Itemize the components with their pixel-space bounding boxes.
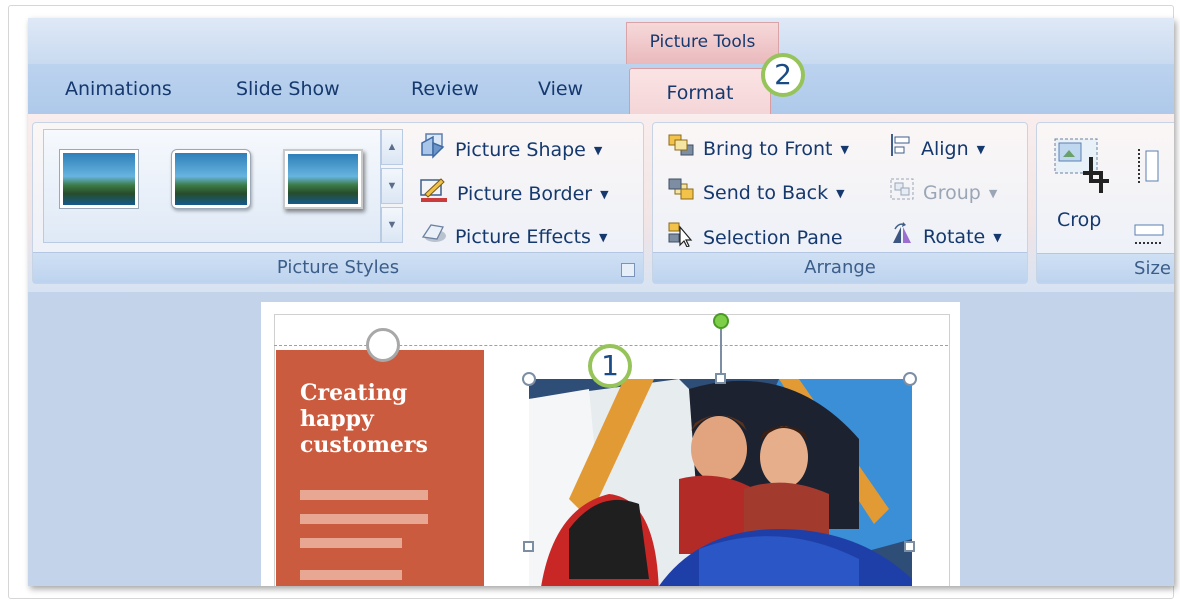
picture-border-icon	[419, 177, 449, 212]
tab-view[interactable]: View	[538, 78, 583, 100]
rotate-button[interactable]: Rotate ▼	[889, 221, 1002, 251]
picture-tools-contextual-tab: Picture Tools	[626, 22, 779, 64]
chevron-down-icon: ▼	[836, 186, 845, 200]
group-picture-styles: ▲ ▼ ▼ Picture Shape ▼ Picture Border ▼ Pic…	[32, 122, 644, 284]
title-strip	[28, 18, 1174, 64]
ribbon-body: ▲ ▼ ▼ Picture Shape ▼ Picture Border ▼ Pic…	[28, 114, 1174, 292]
resize-handle-right[interactable]	[904, 541, 915, 552]
selection-pane-icon	[667, 221, 695, 256]
slide-text-panel[interactable]: Creating happy customers	[276, 350, 484, 586]
bring-to-front-button[interactable]: Bring to Front ▼	[667, 133, 849, 163]
picture-effects-icon	[419, 221, 447, 254]
tab-review[interactable]: Review	[411, 78, 479, 100]
chevron-down-icon: ▼	[988, 186, 998, 200]
picture-shape-icon	[419, 133, 447, 168]
powerpoint-window: Picture Tools Animations Slide Show Revi…	[28, 18, 1174, 586]
height-icon[interactable]	[1133, 147, 1161, 190]
chevron-down-icon: ▼	[600, 187, 609, 201]
tab-slide-show[interactable]: Slide Show	[236, 78, 340, 100]
text-placeholder-line	[300, 490, 428, 500]
bring-to-front-label: Bring to Front	[703, 138, 833, 160]
selection-pane-button[interactable]: Selection Pane	[667, 221, 843, 251]
crop-icon[interactable]	[1053, 137, 1113, 200]
picture-effects-button[interactable]: Picture Effects ▼	[419, 221, 607, 251]
shape-circle-handle	[366, 328, 400, 362]
rotate-label: Rotate	[923, 226, 986, 248]
picture-style-gallery	[43, 129, 381, 243]
chevron-down-icon: ▼	[976, 142, 986, 156]
ribbon-tab-bar: Animations Slide Show Review View Format	[28, 64, 1174, 115]
chevron-down-icon: ▼	[598, 230, 608, 244]
width-icon[interactable]	[1133, 223, 1165, 254]
align-label: Align	[921, 138, 969, 160]
group-label: Group	[923, 182, 981, 204]
chevron-down-icon: ▼	[840, 142, 849, 156]
send-to-back-label: Send to Back	[703, 182, 829, 204]
bring-to-front-icon	[667, 133, 695, 166]
gallery-scroll-down-button[interactable]: ▼	[381, 168, 403, 204]
align-button[interactable]: Align ▼	[889, 133, 985, 163]
gallery-more-button[interactable]: ▼	[381, 207, 403, 243]
tab-format[interactable]: Format	[629, 68, 771, 115]
picture-shape-button[interactable]: Picture Shape ▼	[419, 133, 602, 163]
group-label-picture-styles: Picture Styles	[33, 252, 643, 283]
selection-pane-label: Selection Pane	[703, 227, 843, 249]
group-arrange: Bring to Front ▼ Send to Back ▼ Selection …	[652, 122, 1028, 284]
slide-canvas-area: Creating happy customers 1	[28, 292, 1174, 586]
chevron-down-icon: ▼	[593, 143, 603, 157]
slide[interactable]: Creating happy customers 1	[261, 302, 960, 586]
rotate-handle[interactable]	[713, 313, 729, 329]
text-placeholder-line	[300, 514, 428, 524]
group-icon	[889, 177, 915, 210]
picture-effects-label: Picture Effects	[455, 226, 591, 248]
group-button[interactable]: Group ▼	[889, 177, 997, 207]
text-placeholder-line	[300, 570, 402, 580]
group-label-arrange: Arrange	[653, 252, 1027, 283]
dialog-launcher-icon[interactable]	[621, 263, 635, 277]
resize-handle-top-left[interactable]	[522, 372, 536, 386]
rotate-handle-stem	[720, 329, 722, 374]
callout-2: 2	[761, 53, 805, 97]
resize-handle-top-right[interactable]	[903, 372, 917, 386]
gallery-scroll-up-button[interactable]: ▲	[381, 129, 403, 165]
send-to-back-icon	[667, 177, 695, 210]
picture-shape-label: Picture Shape	[455, 139, 586, 161]
slide-title[interactable]: Creating happy customers	[300, 380, 430, 458]
crop-button[interactable]: Crop	[1057, 205, 1101, 235]
text-placeholder-line	[300, 538, 402, 548]
tab-animations[interactable]: Animations	[65, 78, 172, 100]
picture-style-thumb[interactable]	[283, 149, 363, 209]
picture-border-button[interactable]: Picture Border ▼	[419, 177, 609, 207]
picture-style-thumb[interactable]	[171, 149, 251, 209]
selected-picture[interactable]	[529, 379, 912, 586]
resize-handle-top[interactable]	[715, 373, 726, 384]
rotate-icon	[889, 221, 915, 254]
group-label-size: Size	[1037, 253, 1174, 283]
picture-style-thumb[interactable]	[59, 149, 139, 209]
crop-label: Crop	[1057, 209, 1102, 231]
callout-1: 1	[588, 344, 632, 388]
send-to-back-button[interactable]: Send to Back ▼	[667, 177, 845, 207]
group-size: Crop Size	[1036, 122, 1174, 284]
chevron-down-icon: ▼	[993, 230, 1002, 244]
resize-handle-left[interactable]	[523, 541, 534, 552]
picture-border-label: Picture Border	[457, 183, 593, 205]
align-icon	[889, 133, 913, 166]
